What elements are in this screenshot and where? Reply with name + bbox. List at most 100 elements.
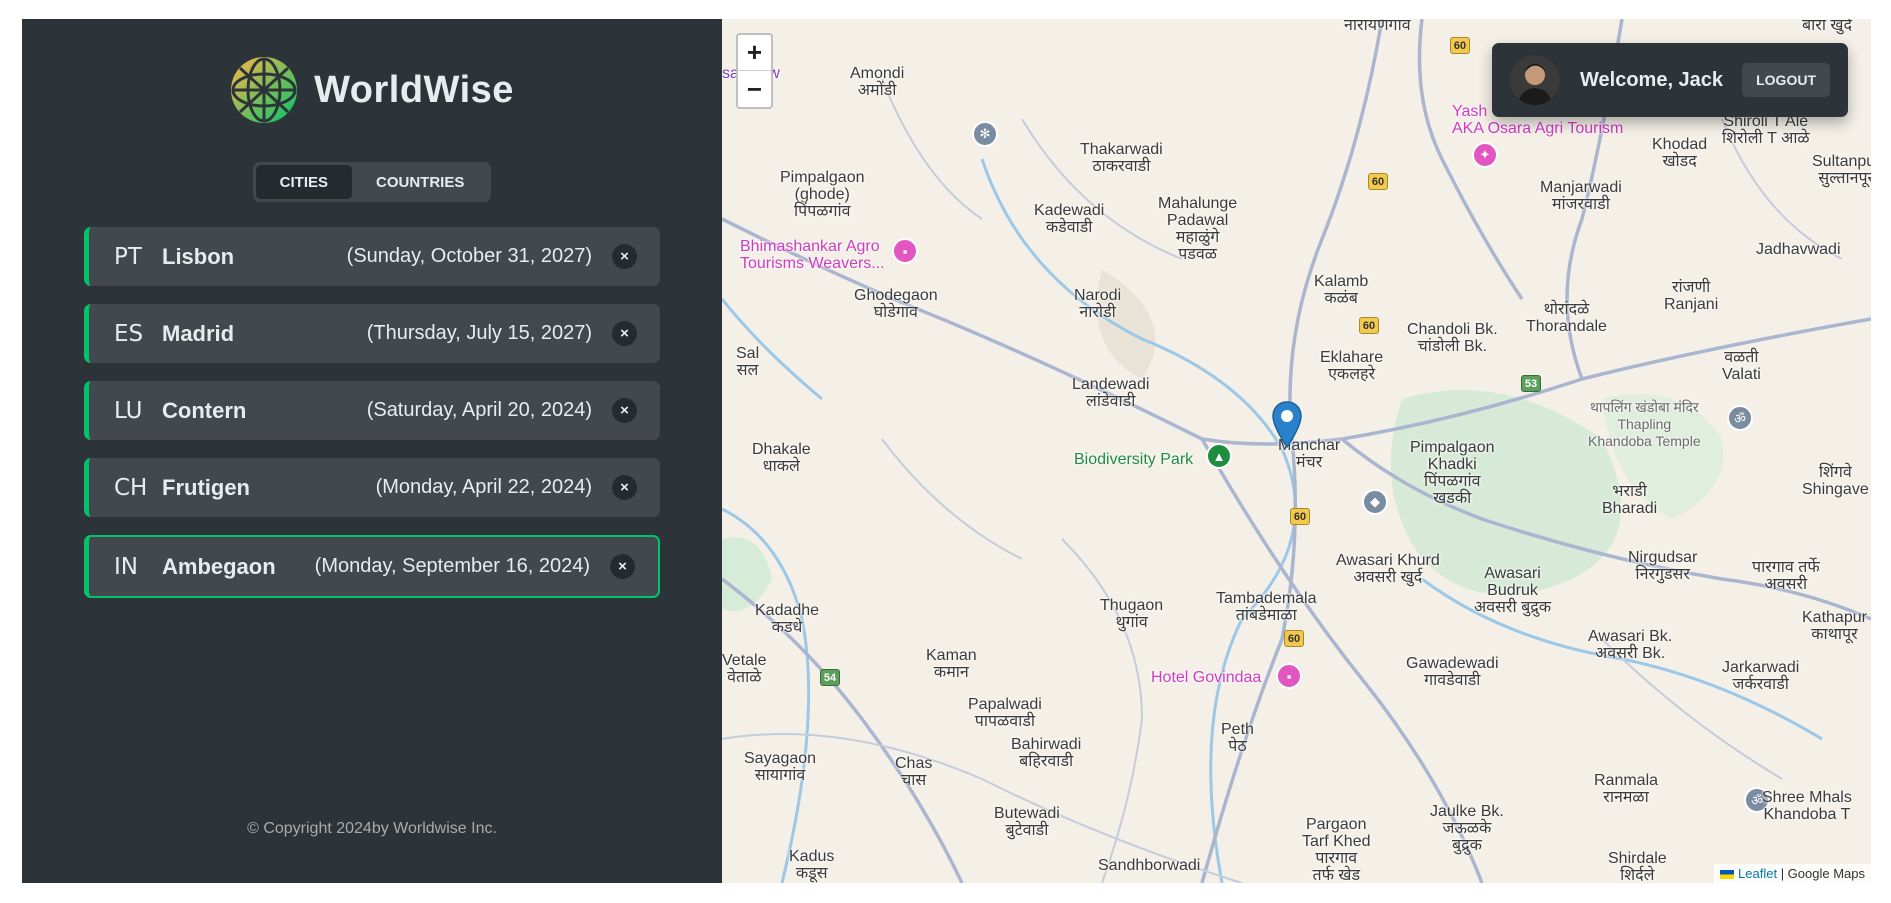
city-list: PT Lisbon (Sunday, October 31, 2027) × E…	[84, 227, 660, 598]
road-shield: 60	[1450, 37, 1470, 54]
hotel-poi-icon[interactable]: ▪	[892, 238, 918, 264]
map-label: Amondi अमोंडी	[850, 65, 905, 99]
city-name: Frutigen	[162, 474, 250, 500]
map-label: Shree Mhals Khandoba T	[1762, 789, 1852, 823]
tab-countries[interactable]: COUNTRIES	[352, 165, 488, 199]
map-label: Chandoli Bk. चांडोली Bk.	[1407, 321, 1498, 355]
city-name: Ambegaon	[162, 553, 276, 579]
welcome-text: Welcome, Jack	[1580, 68, 1724, 91]
country-code: LU	[114, 397, 143, 424]
map-label: Pimpalgaon Khadki पिंपळगांव खडकी	[1410, 439, 1495, 507]
sidebar: WorldWise CITIES COUNTRIES PT Lisbon (Su…	[22, 19, 722, 883]
map-label: Kathapur काथापूर	[1802, 609, 1867, 643]
city-item[interactable]: LU Contern (Saturday, April 20, 2024) ×	[84, 381, 660, 440]
attribution-text: | Google Maps	[1777, 866, 1865, 881]
map-label: रांजणी Ranjani	[1664, 279, 1719, 313]
map-label: Kaman कमान	[926, 647, 977, 681]
park-poi-icon[interactable]: ▲	[1206, 443, 1232, 469]
brand-name: WorldWise	[314, 68, 514, 111]
tab-bar: CITIES COUNTRIES	[252, 162, 492, 202]
country-code: CH	[114, 474, 148, 501]
map-label: Gawadewadi गावडेवाडी	[1406, 655, 1499, 689]
delete-city-button[interactable]: ×	[610, 554, 635, 579]
school-poi-icon[interactable]: ◆	[1362, 489, 1388, 515]
map-poi-label[interactable]: Bhimashankar Agro Tourisms Weavers...	[740, 238, 885, 272]
map-label: Butewadi बुटेवाडी	[994, 805, 1060, 839]
road-shield: 60	[1284, 630, 1304, 647]
map-marker-icon[interactable]	[1272, 401, 1302, 449]
map-label: Thakarwadi ठाकरवाडी	[1080, 141, 1163, 175]
city-date: (Sunday, October 31, 2027)	[346, 245, 592, 267]
tourism-poi-icon[interactable]: ✦	[1472, 142, 1498, 168]
city-name: Madrid	[162, 320, 235, 346]
map-label: Kadus कडूस	[789, 848, 835, 882]
map-label: Kadadhe कडधे	[755, 602, 820, 636]
map-label: Ghodegaon घोडेगाव	[854, 287, 938, 321]
map-label: Sayagaon सायागांव	[744, 750, 817, 784]
road-shield: 60	[1368, 173, 1388, 190]
hotel-poi-icon[interactable]: ▪	[1276, 663, 1302, 689]
map-label: Bahirwadi बहिरवाडी	[1011, 736, 1082, 770]
city-date: (Thursday, July 15, 2027)	[366, 322, 592, 344]
city-date: (Monday, September 16, 2024)	[314, 555, 590, 577]
map-label: Jaulke Bk. जऊळके बुद्रुक	[1430, 803, 1504, 854]
temple-poi-icon[interactable]: ॐ	[1727, 405, 1753, 431]
logout-button[interactable]: LOGOUT	[1742, 63, 1830, 97]
map-label: Kalamb कळंब	[1314, 273, 1369, 307]
logo[interactable]: WorldWise	[230, 56, 514, 124]
zoom-in-button[interactable]: +	[738, 35, 771, 71]
zoom-out-button[interactable]: −	[738, 71, 771, 107]
zoom-control: + −	[736, 33, 773, 109]
leaflet-link[interactable]: Leaflet	[1738, 866, 1777, 881]
map-label: Sultanpur सुल्तानपूर	[1812, 153, 1871, 187]
app: WorldWise CITIES COUNTRIES PT Lisbon (Su…	[22, 19, 1871, 883]
map-attribution: Leaflet | Google Maps	[1714, 864, 1871, 883]
road-shield: 60	[1290, 508, 1310, 525]
place-poi-icon[interactable]: ✻	[972, 121, 998, 147]
map-label: Mahalunge Padawal महाळुंगे पडवळ	[1158, 195, 1238, 263]
city-date: (Saturday, April 20, 2024)	[366, 399, 592, 421]
map-poi-label[interactable]: थापलिंग खंडोबा मंदिर Thapling Khandoba T…	[1588, 399, 1701, 450]
road-shield: 60	[1359, 317, 1379, 334]
map-label: Narodi नारोडी	[1074, 287, 1122, 321]
map-poi-label[interactable]: Hotel Govindaa	[1151, 669, 1261, 686]
tab-cities[interactable]: CITIES	[255, 165, 352, 199]
map-label: Peth पेठ	[1221, 721, 1254, 755]
delete-city-button[interactable]: ×	[612, 244, 637, 269]
map-label: Landewadi लांडेवाडी	[1072, 376, 1150, 410]
map-label: बारा खुर्द	[1802, 19, 1852, 34]
city-date: (Monday, April 22, 2024)	[375, 476, 592, 498]
worldwise-logo-icon	[231, 57, 298, 123]
map-label: पारगाव तर्फे अवसरी	[1752, 559, 1820, 593]
map-label: Sal सल	[736, 345, 760, 379]
map-label: Khodad खोडद	[1652, 136, 1708, 170]
delete-city-button[interactable]: ×	[612, 398, 637, 423]
road-shield: 54	[820, 669, 840, 686]
map-label: Pimpalgaon (ghode) पिंपळगांव	[780, 169, 865, 220]
map-label: Tambademala तांबडेमाळा	[1216, 590, 1317, 624]
map-poi-label[interactable]: Biodiversity Park	[1074, 451, 1193, 468]
map-label: Manjarwadi मांजरवाडी	[1540, 179, 1622, 213]
map-label: Awasari Budruk अवसरी बुद्रुक	[1474, 565, 1551, 616]
map-label: Dhakale धाकले	[752, 441, 811, 475]
delete-city-button[interactable]: ×	[612, 321, 637, 346]
city-item[interactable]: PT Lisbon (Sunday, October 31, 2027) ×	[84, 227, 660, 286]
map-label: Nirgudsar निरगुडसर	[1628, 549, 1698, 583]
map-label: Awasari Bk. अवसरी Bk.	[1588, 628, 1673, 662]
map-label: Shiroli T Ale शिरोली T आळे	[1722, 113, 1810, 147]
city-item[interactable]: ES Madrid (Thursday, July 15, 2027) ×	[84, 304, 660, 363]
city-item-selected[interactable]: IN Ambegaon (Monday, September 16, 2024)…	[84, 535, 660, 598]
map-label: Awasari Khurd अवसरी खुर्द	[1336, 552, 1440, 586]
map-label: Jarkarwadi जर्करवाडी	[1722, 659, 1800, 693]
map-label: Vetale वेताळे	[722, 652, 767, 686]
country-code: PT	[114, 243, 142, 270]
map-label: Ranmala रानमळा	[1594, 772, 1659, 806]
map-label: Chas चास	[895, 755, 933, 789]
map-label: Pargaon Tarf Khed पारगाव तर्फ खेड	[1302, 816, 1371, 883]
user-avatar-icon	[1510, 55, 1560, 105]
city-item[interactable]: CH Frutigen (Monday, April 22, 2024) ×	[84, 458, 660, 517]
delete-city-button[interactable]: ×	[612, 475, 637, 500]
city-name: Contern	[162, 397, 247, 423]
map-label: नारायणगाव	[1344, 19, 1411, 34]
map[interactable]: 60 60 60 60 60 53 54 ▪ ▪ ✦ ▲ ◆ ✻ ॐ ॐ Amo…	[722, 19, 1871, 883]
